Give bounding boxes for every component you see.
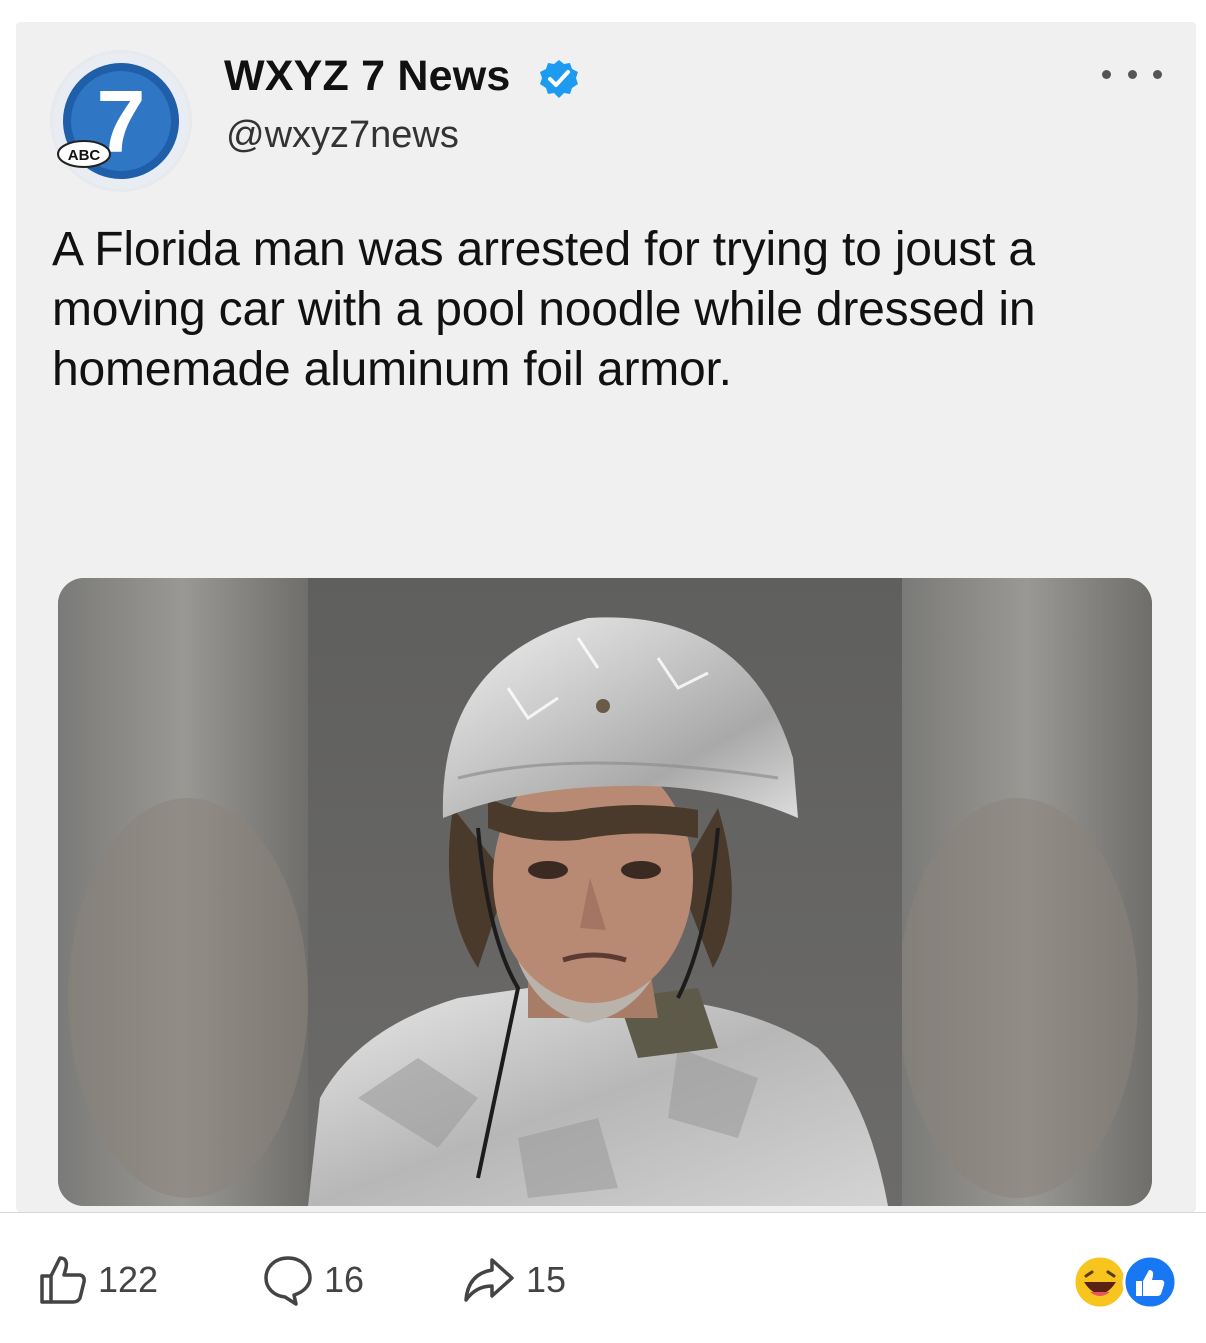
mugshot-photo [58,578,1152,1206]
author-handle[interactable]: @wxyz7news [226,114,459,157]
wxyz-logo-avatar[interactable]: 7 ABC [50,50,192,192]
like-icon [1122,1254,1178,1310]
share-icon [464,1258,514,1302]
haha-icon [1072,1254,1128,1310]
tweet-text: A Florida man was arrested for trying to… [52,223,1036,396]
verified-badge-icon [540,60,578,98]
more-options-icon[interactable] [1102,62,1162,86]
share-button[interactable]: 15 [462,1250,566,1310]
post-action-bar: 122 16 15 [0,1250,1206,1320]
tweet-photo[interactable] [58,578,1152,1206]
author-name[interactable]: WXYZ 7 News [224,52,511,101]
channel-7-logo: 7 ABC [53,53,189,189]
post-divider [0,1212,1206,1213]
comment-button[interactable]: 16 [262,1250,364,1310]
like-count: 122 [98,1259,159,1300]
comment-icon [264,1256,312,1306]
like-button[interactable]: 122 [38,1250,158,1310]
share-count: 15 [526,1259,567,1300]
logo-badge: ABC [68,147,101,164]
thumbs-up-icon [40,1256,86,1304]
tweet-screenshot: 7 ABC WXYZ 7 News @wxyz7news A Florida m… [16,22,1196,1212]
comment-count: 16 [324,1259,365,1300]
reaction-summary[interactable] [1070,1254,1180,1310]
